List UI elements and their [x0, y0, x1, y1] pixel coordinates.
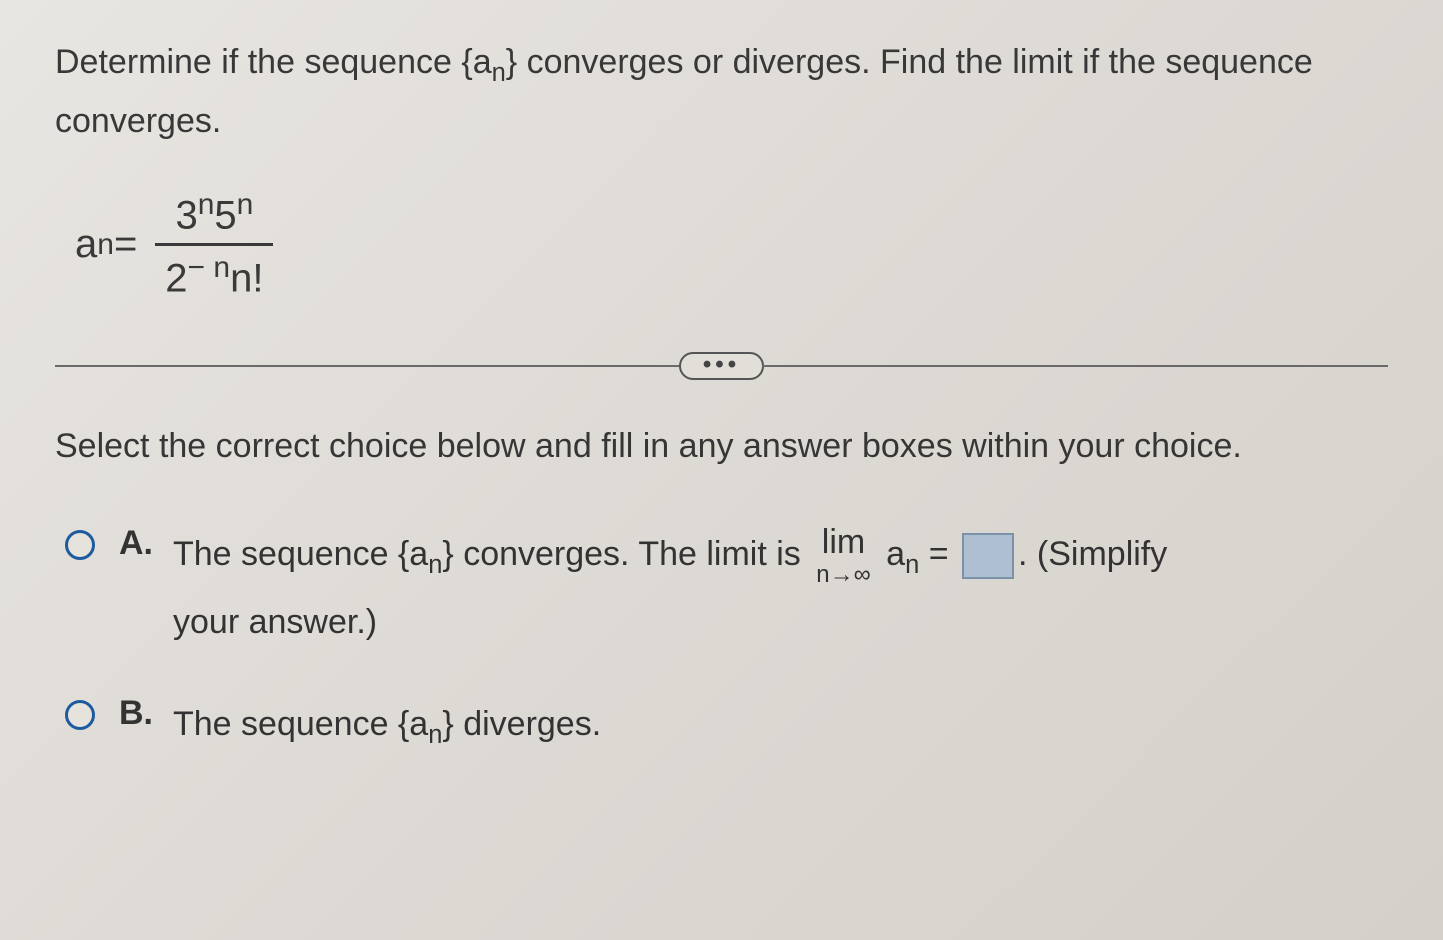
answer-input-box[interactable]: [962, 533, 1014, 579]
ca-period: . (Simplify: [1018, 535, 1167, 573]
num-sup1: n: [198, 188, 215, 221]
expand-button[interactable]: •••: [679, 352, 764, 380]
instruction-text: Select the correct choice below and fill…: [55, 420, 1388, 473]
choice-a[interactable]: A. The sequence {an} converges. The limi…: [65, 522, 1388, 654]
ca-line2: your answer.): [173, 603, 377, 641]
ca-sub1: n: [428, 551, 442, 579]
radio-b[interactable]: [65, 700, 95, 730]
cb-t1: The sequence {a: [173, 705, 428, 743]
ellipsis-icon: •••: [703, 358, 740, 372]
formula-lhs: an =: [75, 222, 137, 267]
sequence-formula: an = 3n5n 2− nn!: [75, 183, 1388, 307]
cb-t2: } diverges.: [442, 705, 601, 743]
num-3: 3: [175, 193, 197, 237]
limit-notation: lim n→∞: [816, 525, 870, 587]
den-sup: − n: [188, 251, 231, 284]
den-2: 2: [165, 257, 187, 301]
divider-line-right: [762, 365, 1388, 367]
ca-t1: The sequence {a: [173, 535, 428, 573]
radio-a[interactable]: [65, 530, 95, 560]
choice-list: A. The sequence {an} converges. The limi…: [65, 522, 1388, 759]
section-divider: •••: [55, 352, 1388, 380]
choice-b[interactable]: B. The sequence {an} diverges.: [65, 692, 1388, 759]
num-5: 5: [214, 193, 236, 237]
ca-eq: =: [919, 535, 958, 573]
lhs-sub: n: [97, 228, 114, 262]
question-prompt: Determine if the sequence {an} converges…: [55, 35, 1388, 148]
ca-a: a: [877, 535, 905, 573]
lim-sub: n→∞: [816, 563, 870, 587]
divider-line-left: [55, 365, 681, 367]
lim-word: lim: [822, 525, 865, 559]
choice-b-body: The sequence {an} diverges.: [173, 692, 1388, 759]
choice-b-label: B.: [119, 694, 153, 733]
ca-asub: n: [905, 551, 919, 579]
fraction: 3n5n 2− nn!: [155, 183, 273, 307]
cb-sub1: n: [428, 721, 442, 749]
q-sub: n: [492, 59, 506, 87]
choice-a-label: A.: [119, 524, 153, 563]
lhs-eq: =: [114, 222, 137, 267]
num-sup2: n: [237, 188, 254, 221]
choice-a-body: The sequence {an} converges. The limit i…: [173, 522, 1388, 654]
den-nf: n!: [230, 257, 263, 301]
ca-t2: } converges. The limit is: [442, 535, 810, 573]
lhs-a: a: [75, 222, 97, 267]
denominator: 2− nn!: [155, 246, 273, 306]
q-part1: Determine if the sequence {a: [55, 43, 492, 81]
numerator: 3n5n: [165, 183, 263, 243]
